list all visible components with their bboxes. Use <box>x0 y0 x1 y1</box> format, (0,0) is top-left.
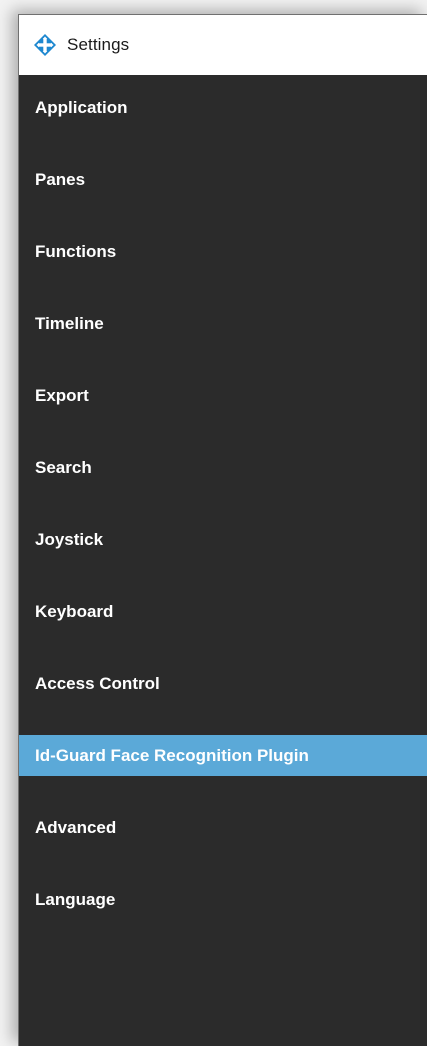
sidebar-item-access-control[interactable]: Access Control <box>19 663 427 704</box>
sidebar-item-timeline[interactable]: Timeline <box>19 303 427 344</box>
sidebar-item-joystick[interactable]: Joystick <box>19 519 427 560</box>
settings-sidebar: Application Panes Functions Timeline Exp… <box>19 87 427 951</box>
sidebar-item-search[interactable]: Search <box>19 447 427 488</box>
sidebar-item-application[interactable]: Application <box>19 87 427 128</box>
sidebar-item-panes[interactable]: Panes <box>19 159 427 200</box>
title-bar[interactable]: Settings <box>19 15 427 75</box>
sidebar-item-advanced[interactable]: Advanced <box>19 807 427 848</box>
sidebar-item-face-recognition-plugin[interactable]: Id-Guard Face Recognition Plugin <box>19 735 427 776</box>
app-logo-icon <box>33 33 57 57</box>
window-title: Settings <box>67 35 130 54</box>
sidebar-item-language[interactable]: Language <box>19 879 427 920</box>
screenshot-background: Settings Application Panes Functions Tim… <box>0 0 427 1046</box>
sidebar-item-keyboard[interactable]: Keyboard <box>19 591 427 632</box>
sidebar-item-export[interactable]: Export <box>19 375 427 416</box>
sidebar-item-functions[interactable]: Functions <box>19 231 427 272</box>
settings-window: Settings Application Panes Functions Tim… <box>18 14 427 1046</box>
